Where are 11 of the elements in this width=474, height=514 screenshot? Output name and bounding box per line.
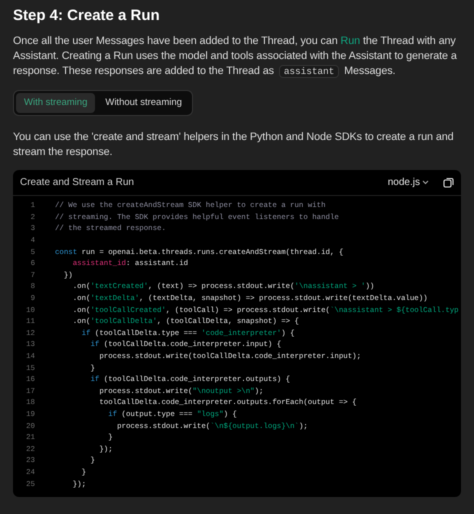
intro-paragraph: Once all the user Messages have been added to the Thread, you can Run the Thread with any Assistant. Creating a Run uses the model and tools associated with the Assistant to generate a response. These responses are added to the Thread as assistant Messages.: [13, 34, 458, 79]
caret-icon: [422, 180, 429, 186]
copy-icon[interactable]: [443, 177, 454, 188]
run-link[interactable]: Run: [340, 35, 360, 47]
code-title: Create and Stream a Run: [20, 176, 134, 190]
language-dropdown[interactable]: node.js: [388, 175, 429, 190]
helper-paragraph: You can use the 'create and stream' helpers in the Python and Node SDKs to create a run and stream the response.: [13, 130, 455, 160]
inline-code: assistant: [278, 65, 340, 78]
tab[interactable]: With streaming: [16, 93, 96, 114]
section-heading: Step 4: Create a Run: [13, 8, 161, 24]
tab[interactable]: Without streaming: [97, 93, 190, 114]
